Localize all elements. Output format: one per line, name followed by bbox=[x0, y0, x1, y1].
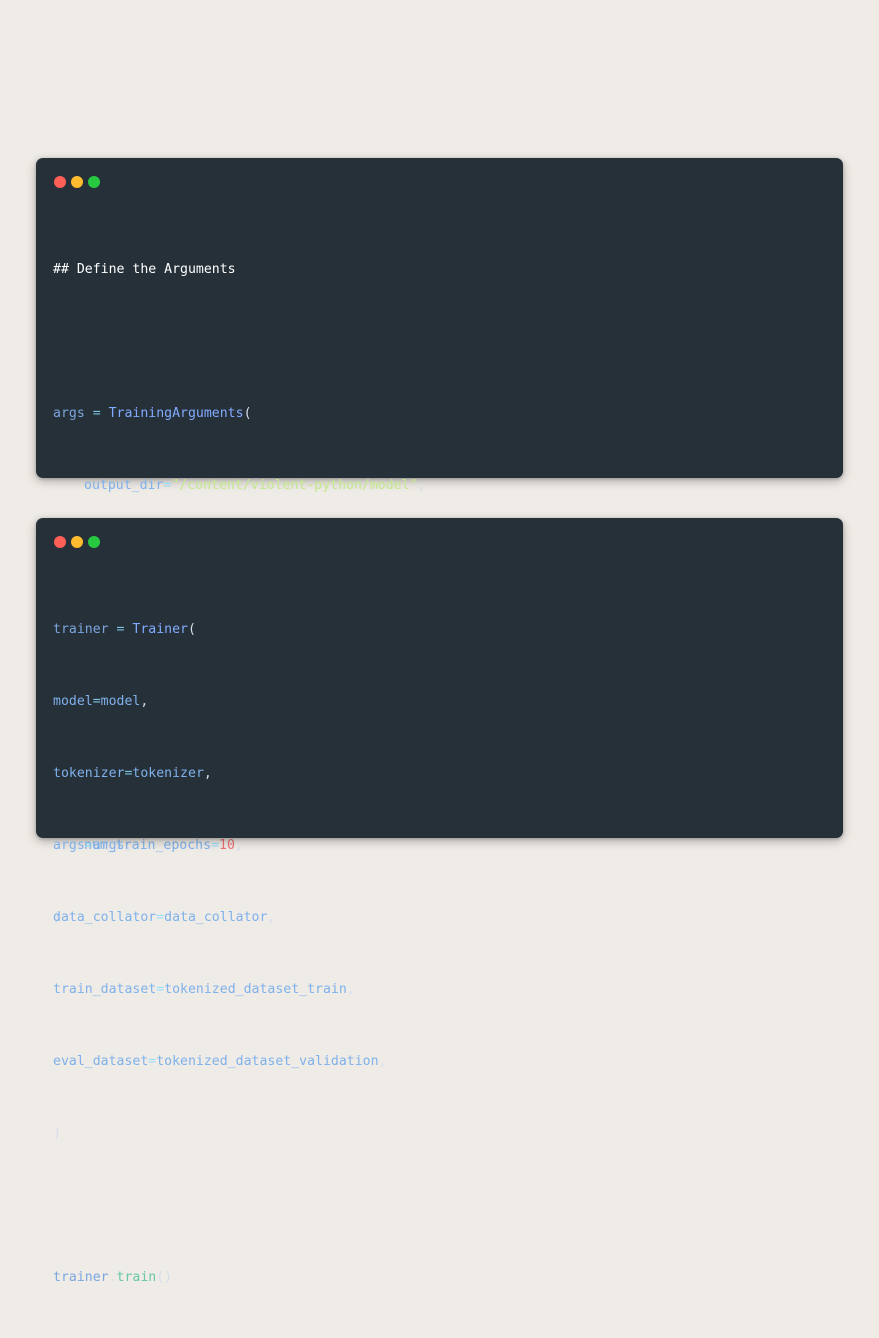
code-class-name: Trainer bbox=[132, 622, 188, 637]
code-line: args = TrainingArguments( bbox=[53, 402, 425, 426]
code-operator: = bbox=[156, 982, 165, 997]
code-line: ) bbox=[53, 1122, 387, 1146]
code-punctuation: () bbox=[156, 1270, 173, 1285]
code-line: trainer.train() bbox=[53, 1266, 387, 1290]
code-line: eval_dataset=tokenized_dataset_validatio… bbox=[53, 1050, 387, 1074]
code-value: tokenized_dataset_validation bbox=[156, 1054, 379, 1069]
code-variable: trainer bbox=[53, 1270, 109, 1285]
code-punctuation: , bbox=[267, 910, 276, 925]
code-keyword-arg: data_collator bbox=[53, 910, 157, 925]
code-line: args=args, bbox=[53, 834, 387, 858]
code-value: tokenized_dataset_train bbox=[164, 982, 347, 997]
code-operator: = bbox=[124, 766, 133, 781]
close-dot-icon bbox=[54, 176, 66, 188]
code-method-call: train bbox=[116, 1270, 157, 1285]
code-snippet-window-training-arguments: ## Define the Arguments args = TrainingA… bbox=[36, 158, 843, 925]
code-punctuation: , bbox=[140, 694, 149, 709]
code-closing-paren: ) bbox=[53, 1126, 61, 1141]
code-line: model=model, bbox=[53, 690, 387, 714]
code-value: tokenizer bbox=[132, 766, 204, 781]
code-operator: = bbox=[163, 478, 172, 493]
code-operator: = bbox=[92, 694, 101, 709]
maximize-dot-icon bbox=[88, 536, 100, 548]
code-variable: trainer bbox=[53, 622, 109, 637]
code-value: args bbox=[92, 838, 125, 853]
code-comment: ## Define the Arguments bbox=[53, 262, 236, 277]
code-value: data_collator bbox=[164, 910, 268, 925]
code-line: tokenizer=tokenizer, bbox=[53, 762, 387, 786]
code-line: output_dir="/content/violent-python/mode… bbox=[53, 474, 425, 498]
code-keyword-arg: args bbox=[53, 838, 85, 853]
code-keyword-arg: output_dir bbox=[84, 478, 164, 493]
code-punctuation: . bbox=[108, 1270, 117, 1285]
code-operator: = bbox=[84, 838, 93, 853]
window-controls bbox=[54, 176, 100, 188]
code-punctuation: ( bbox=[187, 622, 196, 637]
code-string: "/content/violent-python/model" bbox=[171, 478, 418, 493]
code-block: trainer = Trainer( model=model, tokenize… bbox=[53, 570, 387, 1338]
code-punctuation: , bbox=[203, 766, 212, 781]
code-line-comment: ## Define the Arguments bbox=[53, 258, 425, 282]
code-operator: = bbox=[148, 1054, 157, 1069]
code-punctuation: , bbox=[417, 478, 426, 493]
close-dot-icon bbox=[54, 536, 66, 548]
code-punctuation: , bbox=[346, 982, 355, 997]
code-punctuation: ( bbox=[243, 406, 252, 421]
code-line: train_dataset=tokenized_dataset_train, bbox=[53, 978, 387, 1002]
code-snippet-window-trainer: trainer = Trainer( model=model, tokenize… bbox=[36, 518, 843, 1285]
code-variable: args bbox=[53, 406, 85, 421]
code-keyword-arg: train_dataset bbox=[53, 982, 157, 997]
minimize-dot-icon bbox=[71, 176, 83, 188]
code-line: trainer = Trainer( bbox=[53, 618, 387, 642]
code-operator: = bbox=[108, 622, 133, 637]
code-value: model bbox=[100, 694, 141, 709]
code-keyword-arg: tokenizer bbox=[53, 766, 125, 781]
code-line: data_collator=data_collator, bbox=[53, 906, 387, 930]
code-punctuation: , bbox=[378, 1054, 387, 1069]
maximize-dot-icon bbox=[88, 176, 100, 188]
code-operator: = bbox=[84, 406, 109, 421]
code-class-name: TrainingArguments bbox=[108, 406, 244, 421]
code-punctuation: , bbox=[124, 838, 133, 853]
code-operator: = bbox=[156, 910, 165, 925]
minimize-dot-icon bbox=[71, 536, 83, 548]
code-keyword-arg: model bbox=[53, 694, 93, 709]
window-controls bbox=[54, 536, 100, 548]
code-keyword-arg: eval_dataset bbox=[53, 1054, 149, 1069]
